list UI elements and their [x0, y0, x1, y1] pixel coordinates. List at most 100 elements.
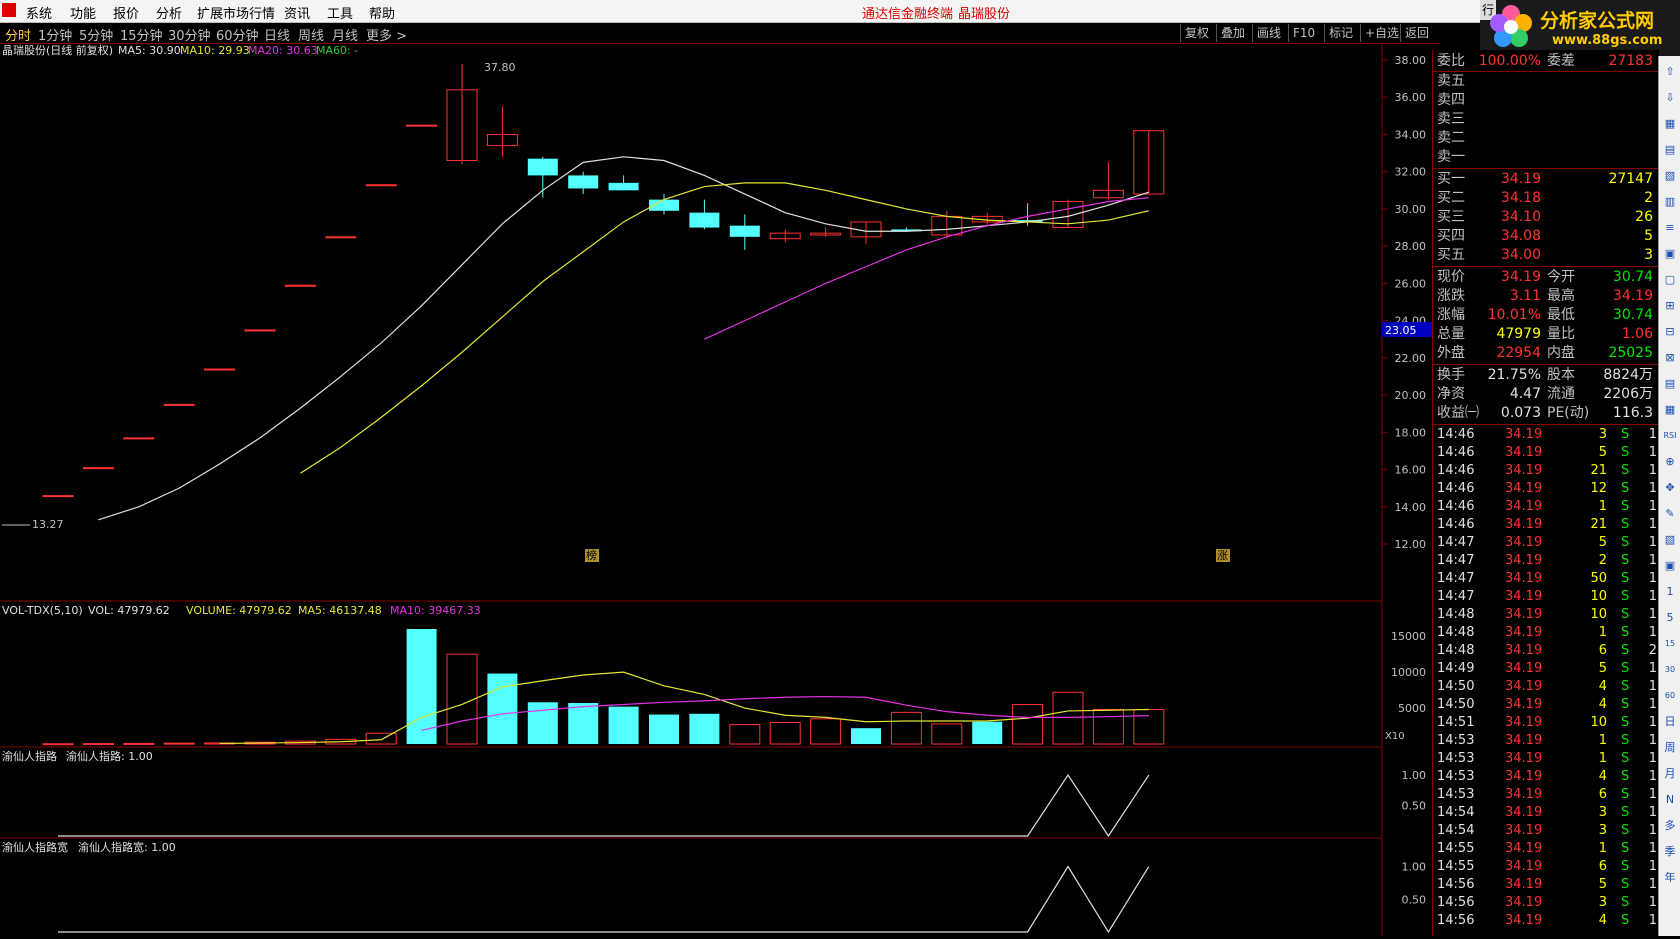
f10-button[interactable]: F10: [1288, 24, 1319, 42]
toolbar-shortcut-icon[interactable]: 30: [1662, 662, 1678, 678]
tick-row[interactable]: 14:50 34.19 4 S 1: [1433, 696, 1659, 714]
tick-row[interactable]: 14:47 34.19 50 S 1: [1433, 570, 1659, 588]
tick-count: 1: [1648, 427, 1657, 442]
menu-tools[interactable]: 工具: [327, 3, 353, 22]
tick-row[interactable]: 14:46 34.19 1 S 1: [1433, 498, 1659, 516]
toolbar-shortcut-icon[interactable]: 月: [1662, 766, 1678, 782]
chart-area[interactable]: 38.00 36.00 34.00 32.00 30.00 28.00 26.00 24.00…: [0, 43, 1432, 936]
sell-level-5[interactable]: 卖五: [1433, 72, 1659, 90]
buy-level-4[interactable]: 买四 34.08 5: [1433, 227, 1659, 245]
menu-extended-market[interactable]: 扩展市场行情: [197, 3, 275, 22]
tick-row[interactable]: 14:47 34.19 5 S 1: [1433, 534, 1659, 552]
tick-row[interactable]: 14:48 34.19 10 S 1: [1433, 606, 1659, 624]
tick-time: 14:55: [1437, 841, 1475, 856]
tick-row[interactable]: 14:46 34.19 3 S 1: [1433, 426, 1659, 444]
toolbar-shortcut-icon[interactable]: ⇧: [1662, 64, 1678, 80]
toolbar-shortcut-icon[interactable]: ⊠: [1662, 350, 1678, 366]
toolbar-shortcut-icon[interactable]: 季: [1662, 844, 1678, 860]
toolbar-shortcut-icon[interactable]: ▦: [1662, 402, 1678, 418]
tab-weekly[interactable]: 周线: [298, 25, 324, 44]
tick-row[interactable]: 14:56 34.19 3 S 1: [1433, 894, 1659, 912]
toolbar-shortcut-icon[interactable]: 日: [1662, 714, 1678, 730]
toolbar-shortcut-icon[interactable]: ⊕: [1662, 454, 1678, 470]
tick-row[interactable]: 14:53 34.19 1 S 1: [1433, 750, 1659, 768]
toolbar-shortcut-icon[interactable]: ⊞: [1662, 298, 1678, 314]
toolbar-shortcut-icon[interactable]: ≡: [1662, 220, 1678, 236]
add-watchlist-button[interactable]: +自选: [1360, 24, 1403, 42]
menu-analysis[interactable]: 分析: [156, 3, 182, 22]
tick-row[interactable]: 14:46 34.19 5 S 1: [1433, 444, 1659, 462]
menu-help[interactable]: 帮助: [369, 3, 395, 22]
tab-5min[interactable]: 5分钟: [79, 25, 113, 44]
sell-level-2[interactable]: 卖二: [1433, 129, 1659, 147]
back-button[interactable]: 返回: [1400, 24, 1433, 42]
tab-daily[interactable]: 日线: [264, 25, 290, 44]
menu-news[interactable]: 资讯: [284, 3, 310, 22]
sell-level-1[interactable]: 卖一: [1433, 148, 1659, 166]
chart-canvas[interactable]: 38.0036.0034.0032.0030.0028.0026.0024.00…: [0, 43, 1432, 936]
tab-60min[interactable]: 60分钟: [216, 25, 259, 44]
tick-row[interactable]: 14:47 34.19 10 S 1: [1433, 588, 1659, 606]
restore-rights-button[interactable]: 复权: [1180, 24, 1213, 42]
tick-row[interactable]: 14:55 34.19 6 S 1: [1433, 858, 1659, 876]
toolbar-shortcut-icon[interactable]: 5: [1662, 610, 1678, 626]
toolbar-shortcut-icon[interactable]: ▦: [1662, 116, 1678, 132]
toolbar-shortcut-icon[interactable]: ⊟: [1662, 324, 1678, 340]
tab-more[interactable]: 更多 >: [366, 25, 407, 44]
tick-row[interactable]: 14:49 34.19 5 S 1: [1433, 660, 1659, 678]
menu-system[interactable]: 系统: [26, 3, 52, 22]
toolbar-shortcut-icon[interactable]: ▣: [1662, 246, 1678, 262]
tick-row[interactable]: 14:53 34.19 6 S 1: [1433, 786, 1659, 804]
buy-level-2[interactable]: 买二 34.18 2: [1433, 189, 1659, 207]
tick-row[interactable]: 14:55 34.19 1 S 1: [1433, 840, 1659, 858]
sell-level-3[interactable]: 卖三: [1433, 110, 1659, 128]
tick-row[interactable]: 14:51 34.19 10 S 1: [1433, 714, 1659, 732]
tick-row[interactable]: 14:47 34.19 2 S 1: [1433, 552, 1659, 570]
toolbar-shortcut-icon[interactable]: 15: [1662, 636, 1678, 652]
toolbar-shortcut-icon[interactable]: 年: [1662, 870, 1678, 886]
tab-monthly[interactable]: 月线: [332, 25, 358, 44]
tab-30min[interactable]: 30分钟: [168, 25, 211, 44]
tick-row[interactable]: 14:53 34.19 4 S 1: [1433, 768, 1659, 786]
toolbar-shortcut-icon[interactable]: ✥: [1662, 480, 1678, 496]
tick-side: S: [1621, 715, 1630, 730]
draw-line-button[interactable]: 画线: [1252, 24, 1285, 42]
tab-1min[interactable]: 1分钟: [38, 25, 72, 44]
sell-level-4[interactable]: 卖四: [1433, 91, 1659, 109]
tick-row[interactable]: 14:54 34.19 3 S 1: [1433, 822, 1659, 840]
toolbar-shortcut-icon[interactable]: 60: [1662, 688, 1678, 704]
tick-row[interactable]: 14:46 34.19 21 S 1: [1433, 516, 1659, 534]
toolbar-shortcut-icon[interactable]: ✎: [1662, 506, 1678, 522]
tick-row[interactable]: 14:50 34.19 4 S 1: [1433, 678, 1659, 696]
toolbar-shortcut-icon[interactable]: 1: [1662, 584, 1678, 600]
overlay-button[interactable]: 叠加: [1216, 24, 1249, 42]
tab-intraday[interactable]: 分时: [5, 25, 31, 44]
menu-function[interactable]: 功能: [70, 3, 96, 22]
toolbar-shortcut-icon[interactable]: RSI: [1662, 428, 1678, 444]
buy-level-3[interactable]: 买三 34.10 26: [1433, 208, 1659, 226]
toolbar-shortcut-icon[interactable]: ▥: [1662, 194, 1678, 210]
tick-row[interactable]: 14:54 34.19 3 S 1: [1433, 804, 1659, 822]
toolbar-shortcut-icon[interactable]: ▣: [1662, 558, 1678, 574]
buy-level-1[interactable]: 买一 34.19 27147: [1433, 170, 1659, 188]
tick-row[interactable]: 14:53 34.19 1 S 1: [1433, 732, 1659, 750]
toolbar-shortcut-icon[interactable]: ▢: [1662, 272, 1678, 288]
tick-row[interactable]: 14:48 34.19 1 S 1: [1433, 624, 1659, 642]
buy-level-5[interactable]: 买五 34.00 3: [1433, 246, 1659, 264]
toolbar-shortcut-icon[interactable]: 多: [1662, 818, 1678, 834]
menu-quote[interactable]: 报价: [113, 3, 139, 22]
toolbar-shortcut-icon[interactable]: ▤: [1662, 142, 1678, 158]
tick-row[interactable]: 14:56 34.19 4 S 1: [1433, 912, 1659, 930]
tick-row[interactable]: 14:56 34.19 5 S 1: [1433, 876, 1659, 894]
mark-button[interactable]: 标记: [1324, 24, 1357, 42]
toolbar-shortcut-icon[interactable]: N: [1662, 792, 1678, 808]
tick-row[interactable]: 14:46 34.19 21 S 1: [1433, 462, 1659, 480]
tab-15min[interactable]: 15分钟: [120, 25, 163, 44]
tick-row[interactable]: 14:48 34.19 6 S 2: [1433, 642, 1659, 660]
toolbar-shortcut-icon[interactable]: ▧: [1662, 168, 1678, 184]
toolbar-shortcut-icon[interactable]: ▧: [1662, 532, 1678, 548]
toolbar-shortcut-icon[interactable]: 周: [1662, 740, 1678, 756]
tick-row[interactable]: 14:46 34.19 12 S 1: [1433, 480, 1659, 498]
toolbar-shortcut-icon[interactable]: ▤: [1662, 376, 1678, 392]
toolbar-shortcut-icon[interactable]: ⇩: [1662, 90, 1678, 106]
